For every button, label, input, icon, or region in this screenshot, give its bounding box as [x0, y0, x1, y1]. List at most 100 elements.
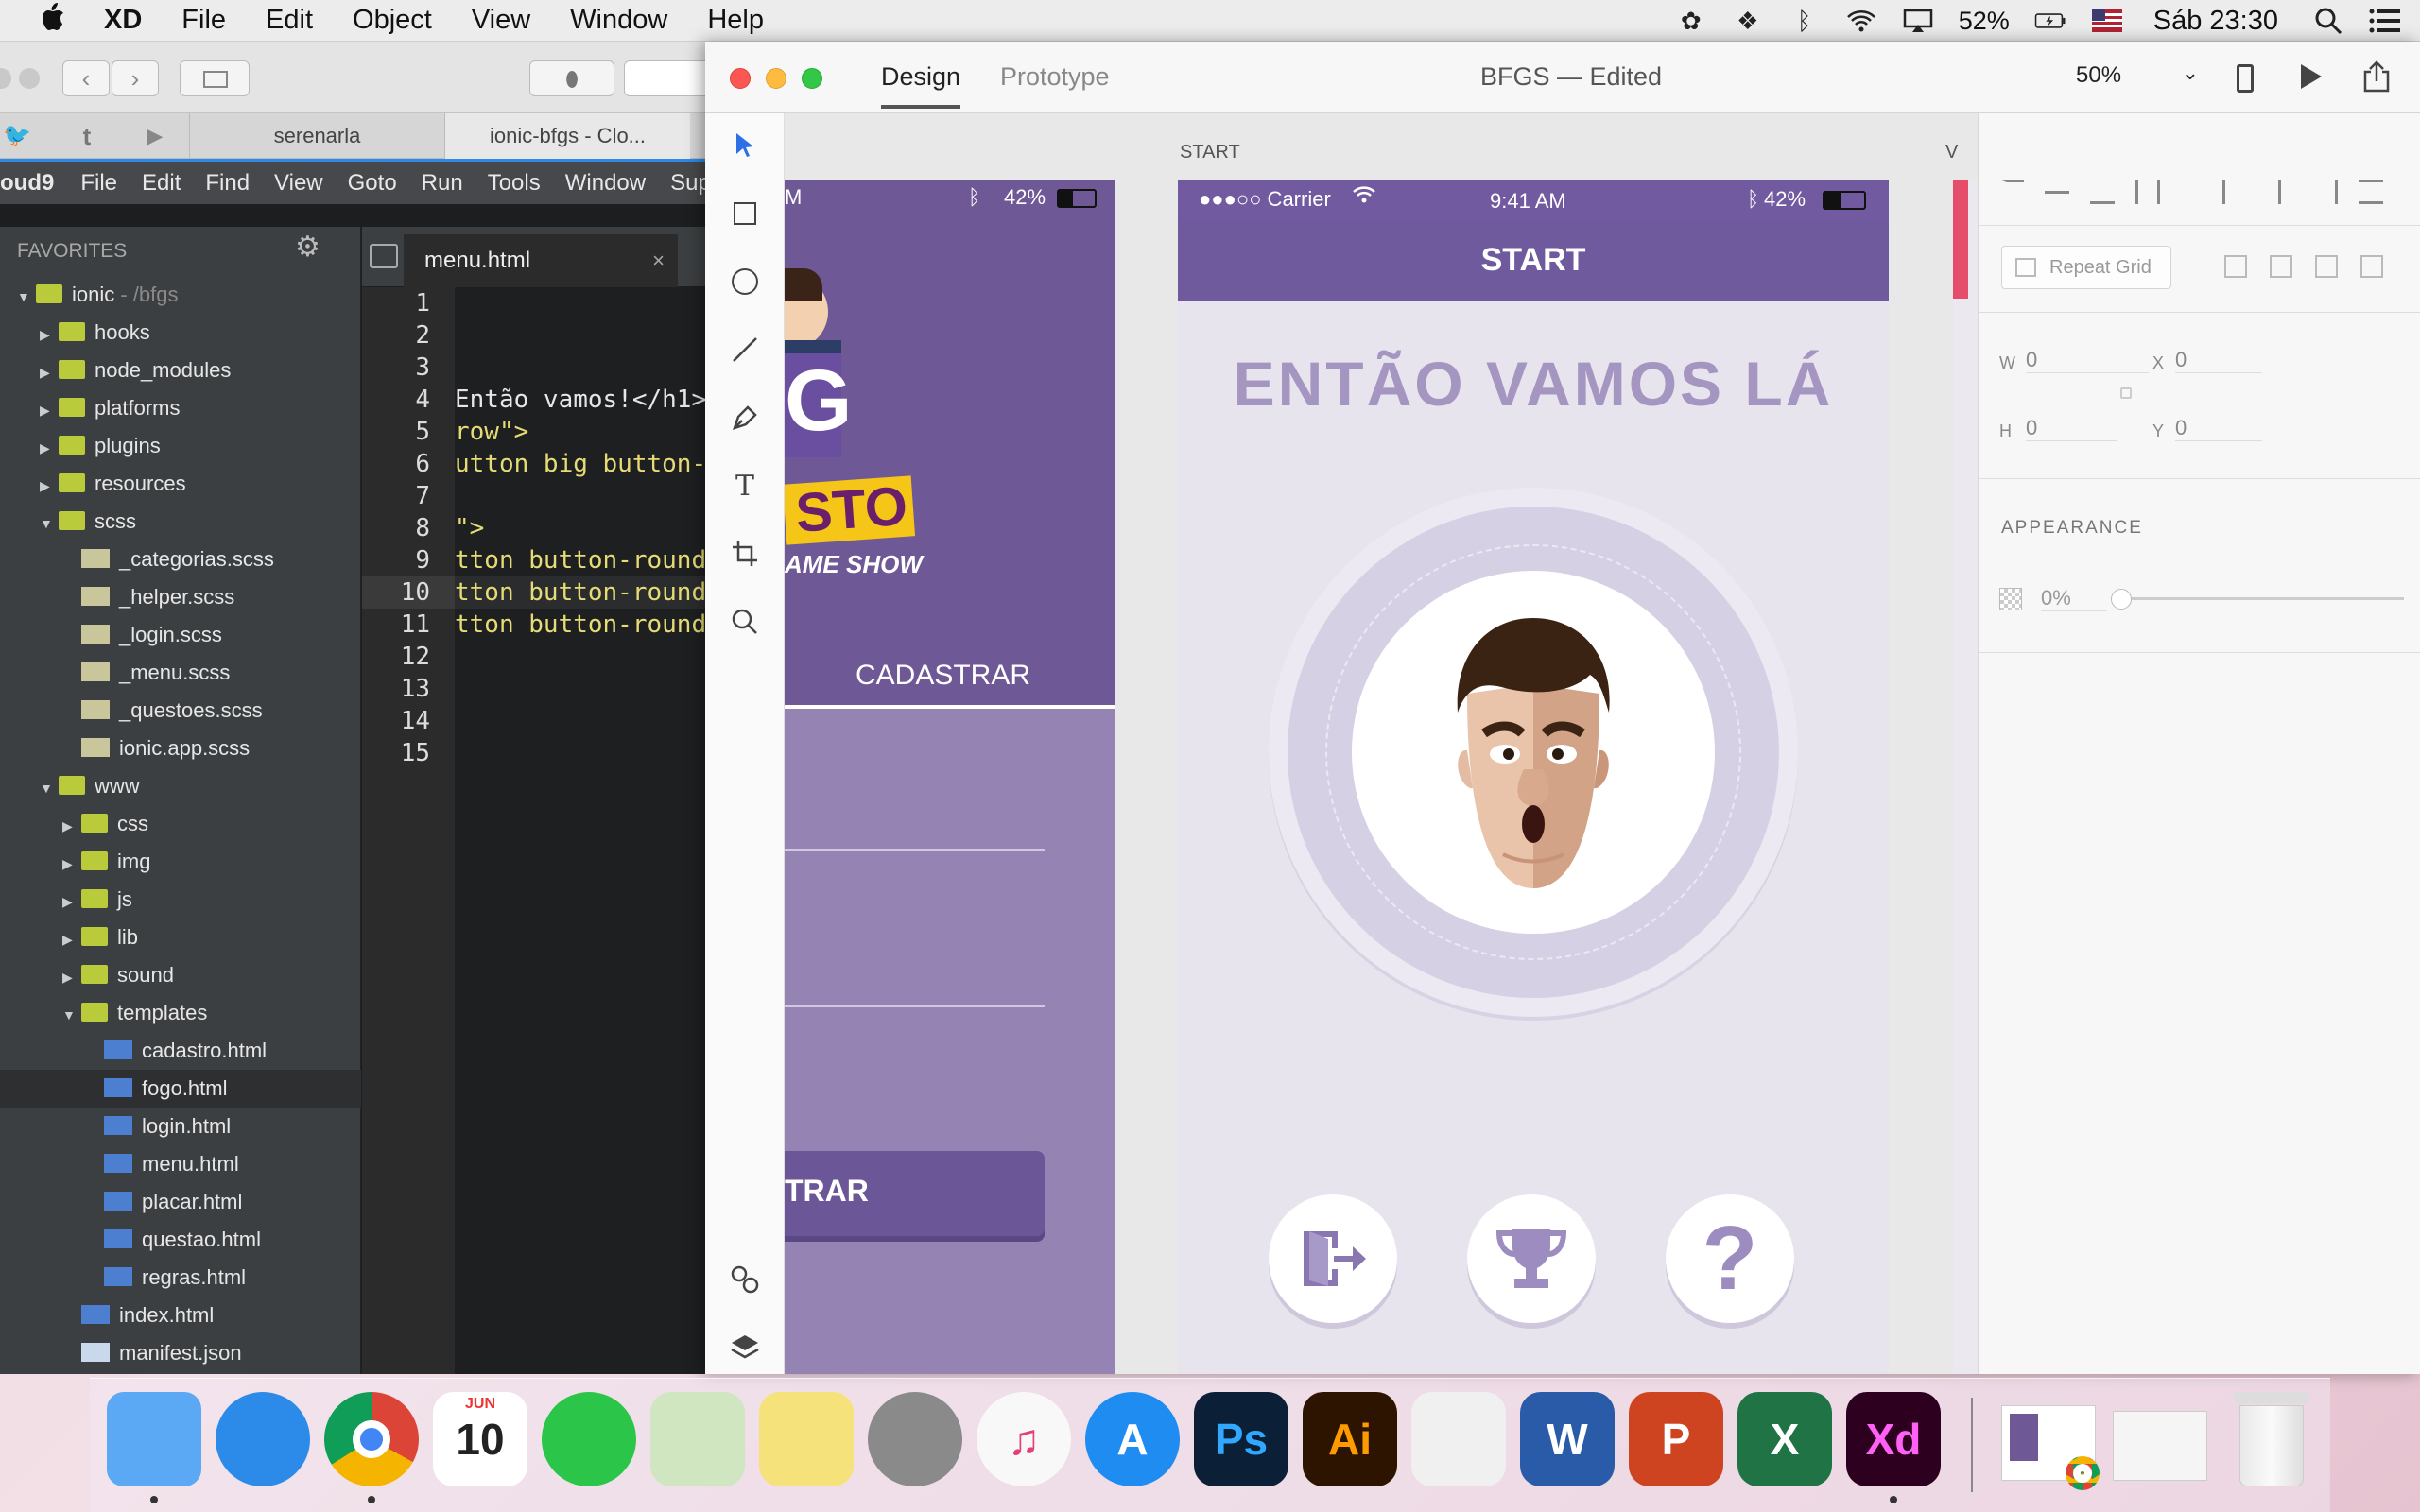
close-tab-icon[interactable]: × — [652, 234, 665, 287]
input-line-1[interactable] — [785, 849, 1045, 850]
window-min-button[interactable] — [19, 68, 40, 89]
ide-menu-view[interactable]: View — [274, 170, 323, 197]
tree-file[interactable]: _helper.scss — [0, 578, 361, 616]
avatar[interactable] — [1352, 571, 1715, 934]
ide-menu-find[interactable]: Find — [205, 170, 250, 197]
dock-app-textedit-icon[interactable] — [1411, 1392, 1506, 1486]
cadastrar-button[interactable]: TRAR — [785, 1151, 1045, 1236]
code-line[interactable]: Então vamos!</h1> — [455, 384, 718, 416]
bluetooth-icon[interactable]: ᛒ — [1789, 7, 1821, 35]
dock-window-thumb-2[interactable] — [2113, 1411, 2207, 1481]
collapsed-triangle-icon[interactable]: ▶ — [62, 845, 81, 883]
spotlight-search-icon[interactable] — [2312, 7, 2344, 35]
menu-file[interactable]: File — [182, 5, 226, 36]
tree-file[interactable]: menu.html — [0, 1145, 361, 1183]
tree-file[interactable]: login.html — [0, 1108, 361, 1145]
tree-file[interactable]: index.html — [0, 1297, 361, 1334]
window-close-button[interactable] — [0, 68, 11, 89]
code-line[interactable] — [455, 352, 718, 384]
zoom-window-button[interactable] — [802, 68, 822, 89]
tree-folder[interactable]: ▶ platforms — [0, 389, 361, 427]
repeat-grid-button[interactable]: Repeat Grid — [2001, 246, 2171, 289]
tree-folder[interactable]: ▶ sound — [0, 956, 361, 994]
code-line[interactable] — [455, 319, 718, 352]
dock-app-system-preferences-icon[interactable] — [868, 1392, 962, 1486]
ide-menu-run[interactable]: Run — [422, 170, 463, 197]
w-field[interactable]: 0 — [2026, 348, 2149, 373]
tree-file[interactable]: _questoes.scss — [0, 692, 361, 730]
design-canvas[interactable]: START V M ᛒ 42% G STO AME SHOW CADASTRAR… — [785, 113, 1978, 1374]
dropbox-icon[interactable]: ❖ — [1732, 7, 1764, 35]
distribute-vertical-icon[interactable] — [2135, 180, 2160, 204]
menu-edit[interactable]: Edit — [266, 5, 313, 36]
text-tool-icon[interactable]: T — [724, 465, 766, 507]
play-preview-icon[interactable] — [2301, 64, 2322, 89]
code-line[interactable] — [455, 705, 718, 737]
menu-help[interactable]: Help — [707, 5, 764, 36]
align-bottom-icon[interactable] — [2090, 180, 2115, 204]
battery-icon[interactable] — [2034, 7, 2066, 35]
dock-app-finder-icon[interactable] — [107, 1392, 201, 1486]
shield-extension-icon[interactable]: ⬮ — [529, 60, 614, 96]
ide-menu-tools[interactable]: Tools — [488, 170, 541, 197]
artboard-label-right[interactable]: V — [1945, 142, 1958, 163]
dock-app-word-icon[interactable]: W — [1520, 1392, 1615, 1486]
notification-center-icon[interactable] — [2369, 7, 2401, 35]
expand-triangle-icon[interactable]: ▼ — [17, 278, 36, 316]
collapsed-triangle-icon[interactable]: ▶ — [62, 883, 81, 920]
pinned-tab-tumblr-icon[interactable]: t — [68, 113, 106, 159]
tree-root[interactable]: ▼ ionic - /bfgs — [0, 276, 361, 314]
wifi-icon[interactable] — [1845, 7, 1877, 35]
code-line[interactable]: tton button-round — [455, 544, 718, 576]
exit-button[interactable] — [1269, 1194, 1397, 1323]
tree-file[interactable]: cadastro.html — [0, 1032, 361, 1070]
code-line[interactable] — [455, 480, 718, 512]
close-window-button[interactable] — [730, 68, 751, 89]
creative-cloud-icon[interactable]: ✿ — [1675, 7, 1707, 35]
cadastrar-tab[interactable]: CADASTRAR — [856, 660, 1030, 692]
pinned-tab-youtube-icon[interactable]: ▶ — [136, 113, 174, 159]
artboard-label[interactable]: START — [1180, 142, 1240, 163]
artboard-cadastro[interactable]: M ᛒ 42% G STO AME SHOW CADASTRAR TRAR — [785, 180, 1115, 1374]
lock-aspect-icon[interactable] — [2120, 387, 2132, 399]
tree-folder[interactable]: ▶ plugins — [0, 427, 361, 465]
tree-file[interactable]: questao.html — [0, 1221, 361, 1259]
align-right-icon[interactable] — [2313, 180, 2338, 204]
collapsed-triangle-icon[interactable]: ▶ — [62, 920, 81, 958]
dock-app-itunes-icon[interactable]: ♫ — [977, 1392, 1071, 1486]
collapsed-triangle-icon[interactable]: ▶ — [40, 353, 59, 391]
collapsed-triangle-icon[interactable]: ▶ — [62, 958, 81, 996]
y-field[interactable]: 0 — [2175, 416, 2262, 441]
airplay-icon[interactable] — [1902, 7, 1934, 35]
expanded-triangle-icon[interactable]: ▼ — [62, 996, 81, 1034]
forward-button[interactable]: › — [112, 60, 159, 96]
tree-folder[interactable]: ▼ templates — [0, 994, 361, 1032]
code-line[interactable]: tton button-round — [455, 609, 718, 641]
artboard-right-edge[interactable] — [1953, 180, 1978, 1374]
code-line[interactable] — [455, 673, 718, 705]
flag-icon[interactable] — [2091, 7, 2123, 35]
align-middle-icon[interactable] — [2045, 191, 2069, 208]
back-button[interactable]: ‹ — [62, 60, 110, 96]
tab-serenarla[interactable]: serenarla — [189, 113, 444, 159]
expanded-triangle-icon[interactable]: ▼ — [40, 505, 59, 542]
h-field[interactable]: 0 — [2026, 416, 2117, 441]
distribute-horizontal-icon[interactable] — [2359, 180, 2383, 204]
tree-folder[interactable]: ▶ img — [0, 843, 361, 881]
tree-file[interactable]: ionic.app.scss — [0, 730, 361, 767]
file-list-icon[interactable] — [370, 244, 398, 268]
tree-file[interactable]: regras.html — [0, 1259, 361, 1297]
ide-menu-goto[interactable]: Goto — [348, 170, 397, 197]
dock-app-whatsapp-icon[interactable] — [542, 1392, 636, 1486]
align-top-icon[interactable] — [1999, 180, 2024, 204]
dock-app-excel-icon[interactable]: X — [1737, 1392, 1832, 1486]
tab-ionic-bfgs[interactable]: ionic-bfgs - Clo... — [444, 113, 690, 159]
pinned-tab-twitter-icon[interactable]: 🐦 — [0, 113, 34, 159]
clock[interactable]: Sáb 23:30 — [2153, 6, 2278, 37]
dock-app-notes-icon[interactable] — [759, 1392, 854, 1486]
collapsed-triangle-icon[interactable]: ▶ — [40, 391, 59, 429]
expanded-triangle-icon[interactable]: ▼ — [40, 769, 59, 807]
tree-folder[interactable]: ▶ node_modules — [0, 352, 361, 389]
x-field[interactable]: 0 — [2175, 348, 2262, 373]
boolean-exclude-icon[interactable] — [2360, 255, 2383, 278]
